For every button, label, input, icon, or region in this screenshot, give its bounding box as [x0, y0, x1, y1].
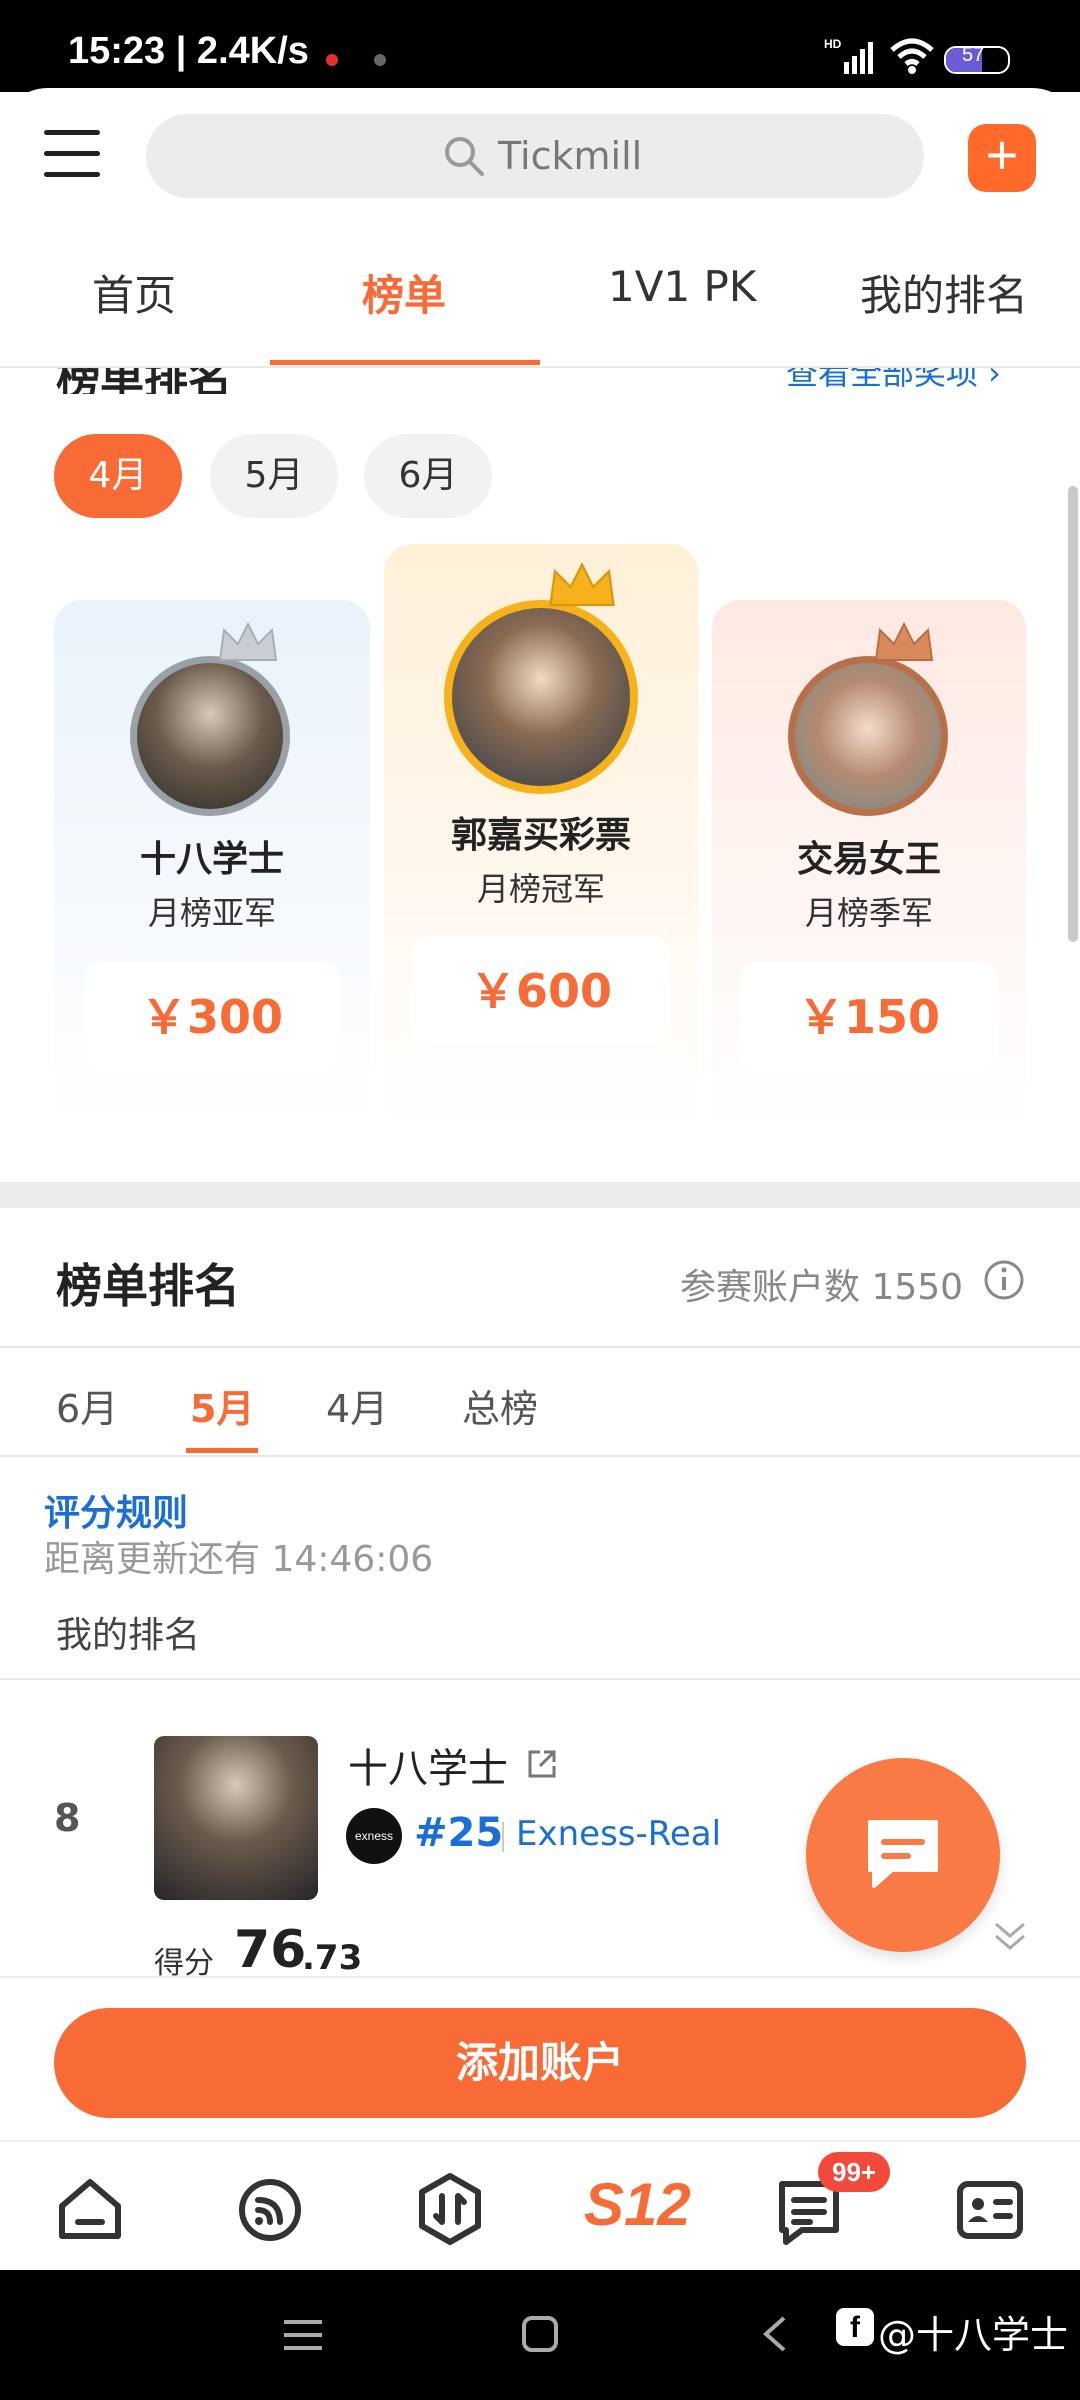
notification-dot-icon [326, 54, 338, 66]
battery-icon: 57 [944, 44, 1010, 74]
score-decimal: .73 [302, 1938, 363, 1978]
crown-icon [218, 621, 278, 661]
account-server: Exness-Real [516, 1814, 722, 1854]
back-icon[interactable] [760, 2314, 790, 2354]
avatar [788, 656, 948, 816]
podium-name: 郭嘉买彩票 [450, 815, 631, 856]
tab-my-ranking[interactable]: 我的排名 [860, 262, 1028, 323]
rank-number: 8 [54, 1796, 81, 1840]
tab-1v1-pk[interactable]: 1V1 PK [608, 262, 756, 311]
search-placeholder: Tickmill [498, 134, 643, 178]
podium-card-second[interactable]: 十八学士 月榜亚军 ￥300 [54, 600, 370, 1130]
ranking-tab-june[interactable]: 6月 [56, 1378, 118, 1433]
prize-box: ￥300 [84, 962, 340, 1072]
exness-logo-icon: exness [346, 1808, 402, 1864]
wifi-icon [890, 38, 934, 74]
scoring-rules-link[interactable]: 评分规则 [44, 1484, 188, 1536]
ranking-tab-april[interactable]: 4月 [326, 1378, 388, 1433]
ranking-tab-total[interactable]: 总榜 [462, 1378, 538, 1433]
search-input[interactable]: Tickmill [146, 114, 924, 198]
message-icon [868, 1820, 938, 1888]
add-button[interactable]: + [968, 124, 1036, 192]
divider [502, 1822, 504, 1852]
podium-rank: 月榜亚军 [147, 894, 276, 932]
chat-fab[interactable] [806, 1758, 1000, 1952]
bottom-nav: S12 99+ [0, 2140, 1080, 2272]
score-integer: 76 [234, 1920, 307, 1980]
crown-icon [874, 621, 934, 661]
prize-amount: ￥300 [140, 990, 284, 1044]
tab-leaderboard[interactable]: 榜单 [362, 262, 446, 323]
status-bar: 15:23 | 2.4K/s HD 57 [0, 0, 1080, 92]
user-avatar [154, 1736, 318, 1900]
section-separator [0, 1182, 1080, 1208]
my-ranking-label: 我的排名 [56, 1615, 201, 1656]
user-name: 十八学士 [348, 1746, 508, 1792]
month-chip-april[interactable]: 4月 [54, 434, 182, 518]
signal-icon: HD [824, 37, 873, 74]
feed-icon[interactable] [234, 2174, 306, 2246]
podium-name: 十八学士 [139, 839, 284, 880]
update-countdown: 距离更新还有 14:46:06 [44, 1539, 434, 1580]
add-account-button[interactable]: 添加账户 [54, 2008, 1026, 2118]
battery-level: 57 [962, 44, 985, 66]
prize-amount: ￥150 [797, 990, 941, 1044]
podium-card-third[interactable]: 交易女王 月榜季军 ￥150 [712, 600, 1026, 1130]
watermark-text: @十八学士 [878, 2313, 1069, 2357]
ranking-tab-may[interactable]: 5月 [190, 1378, 254, 1433]
month-chip-may[interactable]: 5月 [210, 434, 338, 518]
participant-count: 参赛账户数 1550 [680, 1267, 964, 1308]
system-nav-bar: f @十八学士 [0, 2270, 1080, 2400]
active-subtab-indicator [186, 1448, 258, 1453]
active-tab-indicator [270, 360, 540, 365]
home-icon[interactable] [54, 2174, 126, 2246]
menu-icon[interactable] [44, 130, 100, 193]
podium-card-first[interactable]: 郭嘉买彩票 月榜冠军 ￥600 [384, 544, 698, 1130]
search-icon [445, 137, 484, 176]
podium-rank: 月榜冠军 [476, 870, 605, 908]
prize-box: ￥150 [740, 962, 998, 1072]
scrollbar[interactable] [1068, 486, 1078, 942]
unread-badge: 99+ [818, 2152, 891, 2192]
divider [0, 1455, 1080, 1457]
status-time: 15:23 | 2.4K/s [68, 30, 309, 72]
prize-amount: ￥600 [469, 964, 613, 1018]
chevron-down-icon[interactable] [990, 1916, 1030, 1952]
tab-home[interactable]: 首页 [92, 262, 176, 323]
notification-dot-icon [374, 54, 386, 66]
section-header-clip: 榜单排名 查看全部奖项 › [0, 368, 1080, 394]
ranking-title: 榜单排名 [56, 1259, 240, 1313]
s12-brand-tab[interactable]: S12 [584, 2170, 691, 2239]
external-link-icon[interactable] [524, 1746, 560, 1782]
bottom-action-bar: 添加账户 [0, 1976, 1080, 2142]
avatar [444, 600, 638, 794]
divider [0, 1346, 1080, 1348]
recents-icon[interactable] [282, 2316, 324, 2354]
podium-name: 交易女王 [796, 839, 941, 880]
crown-icon [549, 561, 615, 607]
info-icon[interactable] [982, 1258, 1026, 1302]
prize-box: ￥600 [412, 936, 670, 1046]
account-number: #25 [414, 1810, 504, 1856]
facebook-logo-icon: f [836, 2308, 874, 2346]
home-nav-icon[interactable] [520, 2314, 560, 2354]
podium-rank: 月榜季军 [804, 894, 933, 932]
avatar [130, 656, 290, 816]
view-all-prizes-link[interactable]: 查看全部奖项 › [786, 368, 1001, 394]
svg-text:HD: HD [824, 37, 842, 51]
trade-icon[interactable] [414, 2172, 486, 2248]
month-chip-june[interactable]: 6月 [364, 434, 492, 518]
prize-section-title: 榜单排名 [56, 368, 232, 394]
profile-card-icon[interactable] [954, 2176, 1026, 2244]
